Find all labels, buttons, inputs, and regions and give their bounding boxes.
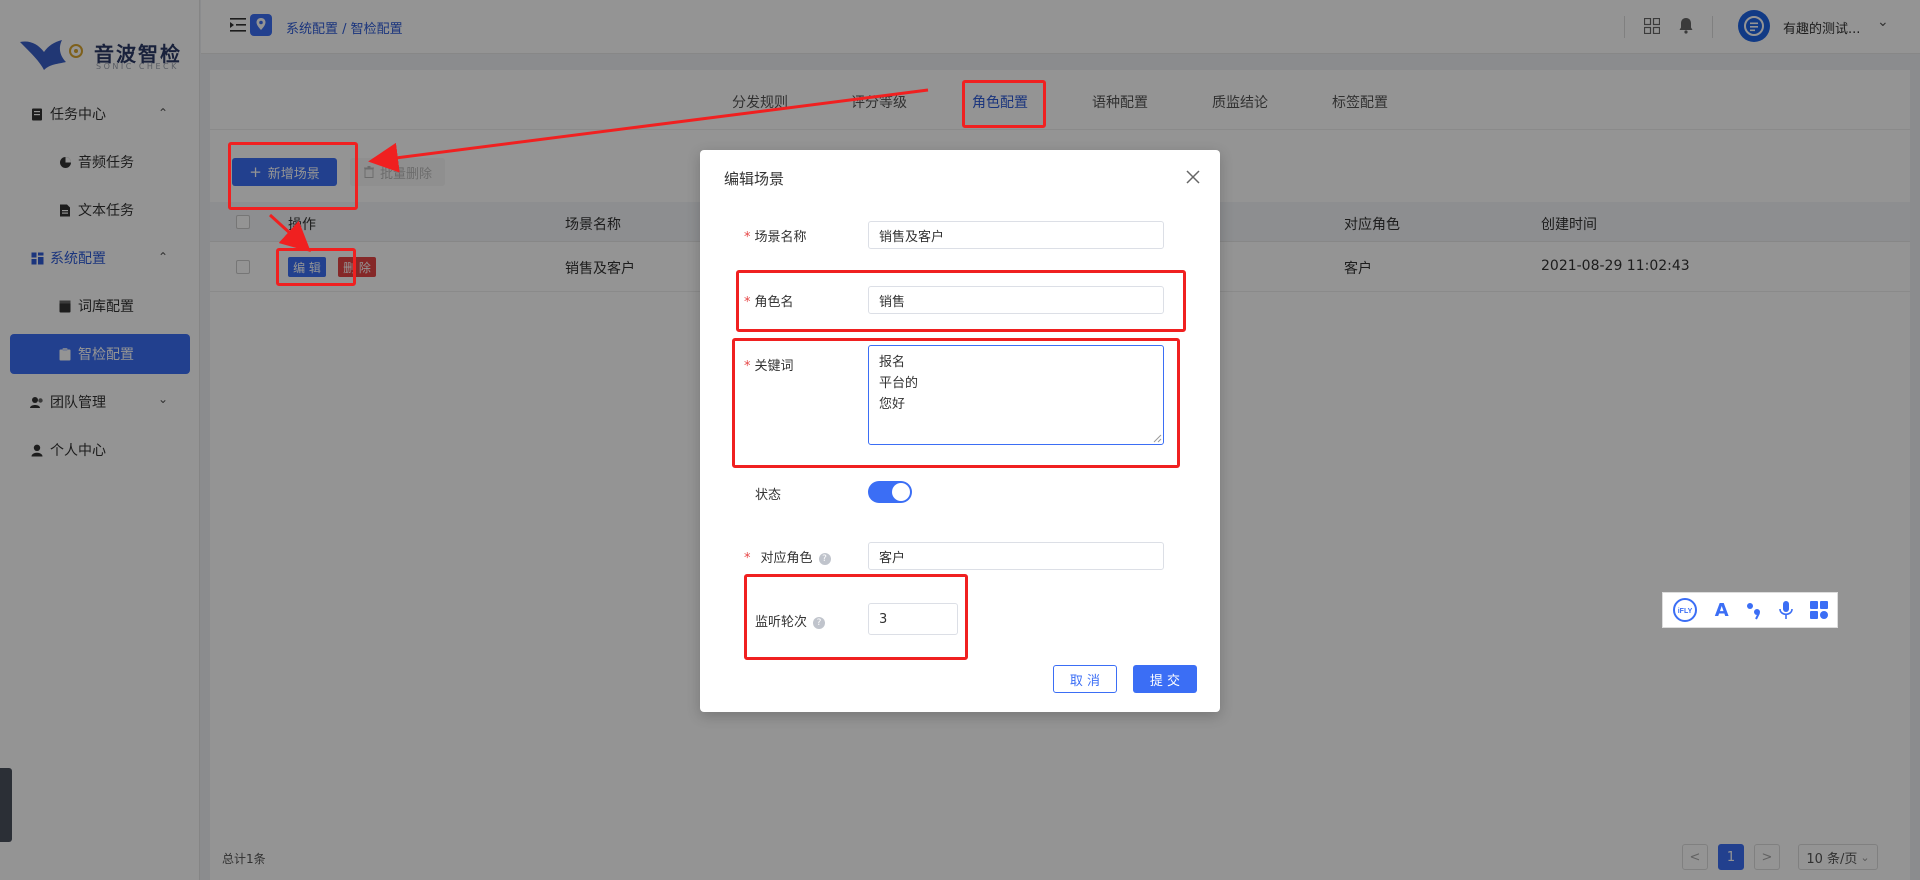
- ime-toolbar: iFLY A: [1662, 592, 1838, 628]
- text-format-icon[interactable]: A: [1715, 600, 1729, 621]
- cancel-button[interactable]: 取 消: [1053, 665, 1117, 693]
- counterpart-role-label: * 对应角色?: [744, 547, 831, 566]
- counterpart-role-input[interactable]: 客户: [868, 542, 1164, 570]
- scene-name-label: * 场景名称: [744, 230, 807, 245]
- submit-button[interactable]: 提 交: [1133, 665, 1197, 693]
- close-icon[interactable]: [1184, 168, 1202, 186]
- annotation-box-role-tab: [962, 80, 1046, 128]
- help-icon[interactable]: ?: [818, 552, 831, 565]
- punctuation-icon[interactable]: [1746, 600, 1762, 620]
- microphone-icon[interactable]: [1779, 600, 1793, 620]
- dialog-title: 编辑场景: [724, 170, 785, 188]
- annotation-box-listen-rounds: [744, 574, 968, 660]
- annotation-box-role-name: [736, 270, 1186, 332]
- svg-text:iFLY: iFLY: [1677, 608, 1692, 615]
- status-toggle[interactable]: [868, 481, 912, 503]
- ifly-logo-icon[interactable]: iFLY: [1672, 597, 1698, 623]
- status-label: 状态: [755, 488, 782, 503]
- annotation-box-edit: [276, 248, 356, 286]
- side-audio-meter-widget[interactable]: [0, 768, 12, 842]
- annotation-box-add-scene: [228, 142, 358, 210]
- annotation-box-keywords: [732, 338, 1180, 468]
- apps-grid-icon[interactable]: [1810, 601, 1829, 619]
- scene-name-input[interactable]: 销售及客户: [868, 221, 1164, 249]
- toggle-knob: [892, 483, 910, 501]
